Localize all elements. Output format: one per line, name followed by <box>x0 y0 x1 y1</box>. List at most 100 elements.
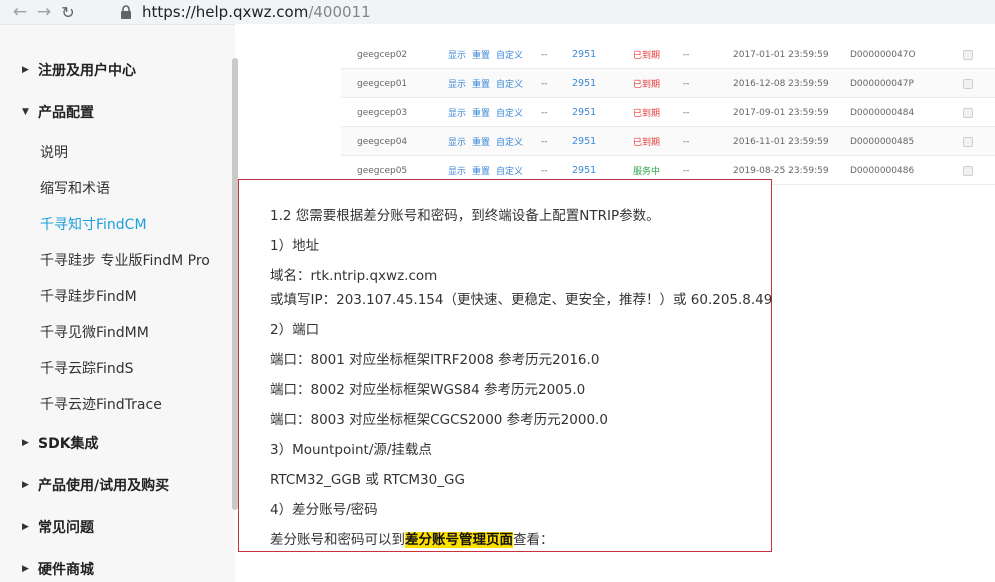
caret-down-icon: ▼ <box>22 107 29 117</box>
row-dash: -- <box>683 107 690 118</box>
row-dash: -- <box>541 136 548 147</box>
sidebar-item-findtrace[interactable]: 千寻云迹FindTrace <box>40 392 162 416</box>
row-checkbox[interactable] <box>963 166 973 176</box>
show-link[interactable]: 显示 <box>448 164 466 177</box>
sidebar-item-label: 千寻跬步 专业版FindM Pro <box>40 253 210 269</box>
section-heading: 1.2 您需要根据差分账号和密码，到终端设备上配置NTRIP参数。 <box>270 208 660 224</box>
ntrip-config-box: 1.2 您需要根据差分账号和密码，到终端设备上配置NTRIP参数。 1）地址 域… <box>238 179 772 552</box>
url-host: https://help.qxwz.com <box>142 3 309 21</box>
mountpoint-title: 3）Mountpoint/源/挂载点 <box>270 442 432 458</box>
row-number[interactable]: 2951 <box>572 127 596 156</box>
address-bar[interactable]: https://help.qxwz.com/400011 <box>108 0 995 24</box>
domain-line: 域名：rtk.ntrip.qxwz.com <box>270 268 438 284</box>
sidebar-item-label: 千寻跬步FindM <box>40 289 137 305</box>
custom-link[interactable]: 自定义 <box>496 48 523 61</box>
account-line-suffix: 查看： <box>513 532 554 548</box>
caret-right-icon: ▶ <box>22 480 29 490</box>
sidebar-item-purchase[interactable]: ▶ 产品使用/试用及购买 <box>22 473 169 497</box>
reset-link[interactable]: 重置 <box>472 77 490 90</box>
status-badge: 已到期 <box>633 109 661 119</box>
sidebar-item-sdk[interactable]: ▶ SDK集成 <box>22 431 99 455</box>
status-badge: 已到期 <box>633 138 661 148</box>
account-line: 差分账号和密码可以到差分账号管理页面查看： <box>270 528 554 548</box>
row-checkbox[interactable] <box>963 50 973 60</box>
sidebar-item-label: SDK集成 <box>38 436 99 452</box>
reset-link[interactable]: 重置 <box>472 106 490 119</box>
row-number[interactable]: 2951 <box>572 40 596 69</box>
sidebar-item-label: 硬件商城 <box>38 562 94 578</box>
show-link[interactable]: 显示 <box>448 106 466 119</box>
sidebar-item-label: 千寻见微FindMM <box>40 325 149 341</box>
sidebar-item-label: 注册及用户中心 <box>38 63 136 79</box>
row-actions: 显示 重置 自定义 <box>448 127 529 156</box>
sidebar-item-product-config[interactable]: ▼ 产品配置 <box>22 100 94 124</box>
row-checkbox[interactable] <box>963 79 973 89</box>
sidebar-item-finds[interactable]: 千寻云踪FindS <box>40 356 134 380</box>
row-name: geegcep03 <box>357 107 408 118</box>
sidebar-item-abbreviations[interactable]: 缩写和术语 <box>40 176 110 200</box>
row-code: D000000047P <box>850 78 914 89</box>
row-dash: -- <box>683 49 690 60</box>
ip-line: 或填写IP：203.107.45.154（更快速、更稳定、更安全，推荐！）或 6… <box>270 292 773 308</box>
sidebar-item-findcm[interactable]: 千寻知寸FindCM <box>40 212 147 236</box>
row-code: D0000000485 <box>850 136 915 147</box>
row-checkbox[interactable] <box>963 137 973 147</box>
port-line-8002: 端口：8002 对应坐标框架WGS84 参考历元2005.0 <box>270 382 586 398</box>
forward-arrow-icon[interactable]: → <box>32 0 56 24</box>
account-management-link[interactable]: 差分账号管理页面 <box>405 532 513 548</box>
row-date: 2016-12-08 23:59:59 <box>733 78 829 89</box>
account-title: 4）差分账号/密码 <box>270 502 378 518</box>
show-link[interactable]: 显示 <box>448 77 466 90</box>
back-arrow-icon[interactable]: ← <box>8 0 32 24</box>
reset-link[interactable]: 重置 <box>472 164 490 177</box>
caret-right-icon: ▶ <box>22 65 29 75</box>
row-code: D0000000486 <box>850 165 915 176</box>
row-number[interactable]: 2951 <box>572 69 596 98</box>
status-badge: 已到期 <box>633 80 661 90</box>
caret-right-icon: ▶ <box>22 522 29 532</box>
table-row: geegcep01 显示 重置 自定义 -- 2951 已到期 -- 2016-12… <box>341 69 995 98</box>
caret-right-icon: ▶ <box>22 438 29 448</box>
sidebar-item-label: 产品配置 <box>38 105 94 121</box>
row-actions: 显示 重置 自定义 <box>448 98 529 127</box>
sidebar-item-label: 千寻云踪FindS <box>40 361 134 377</box>
sidebar-item-findm[interactable]: 千寻跬步FindM <box>40 284 137 308</box>
account-table: geegcep02 显示 重置 自定义 -- 2951 已到期 -- 2017-01… <box>341 40 995 188</box>
table-row: geegcep02 显示 重置 自定义 -- 2951 已到期 -- 2017-01… <box>341 40 995 69</box>
sidebar-item-label: 千寻知寸FindCM <box>40 217 147 233</box>
row-name: geegcep02 <box>357 49 408 60</box>
caret-right-icon: ▶ <box>22 564 29 574</box>
reset-link[interactable]: 重置 <box>472 48 490 61</box>
sidebar: ▶ 注册及用户中心 ▼ 产品配置 说明 缩写和术语 千寻知寸FindCM 千寻跬步 … <box>0 24 235 582</box>
custom-link[interactable]: 自定义 <box>496 164 523 177</box>
show-link[interactable]: 显示 <box>448 48 466 61</box>
sidebar-item-findmm[interactable]: 千寻见微FindMM <box>40 320 149 344</box>
custom-link[interactable]: 自定义 <box>496 135 523 148</box>
row-code: D000000047O <box>850 49 916 60</box>
custom-link[interactable]: 自定义 <box>496 77 523 90</box>
sidebar-item-faq[interactable]: ▶ 常见问题 <box>22 515 94 539</box>
reset-link[interactable]: 重置 <box>472 135 490 148</box>
sidebar-item-hardware-store[interactable]: ▶ 硬件商城 <box>22 557 94 581</box>
sidebar-item-label: 千寻云迹FindTrace <box>40 397 162 413</box>
table-row: geegcep03 显示 重置 自定义 -- 2951 已到期 -- 2017-09… <box>341 98 995 127</box>
row-name: geegcep04 <box>357 136 408 147</box>
sidebar-item-label: 产品使用/试用及购买 <box>38 478 170 494</box>
sidebar-item-label: 说明 <box>40 145 68 161</box>
show-link[interactable]: 显示 <box>448 135 466 148</box>
port-line-8003: 端口：8003 对应坐标框架CGCS2000 参考历元2000.0 <box>270 412 608 428</box>
lock-icon <box>121 5 131 19</box>
mountpoint-line: RTCM32_GGB 或 RTCM30_GG <box>270 472 465 488</box>
custom-link[interactable]: 自定义 <box>496 106 523 119</box>
reload-icon[interactable]: ↻ <box>56 0 80 24</box>
sidebar-item-user-center[interactable]: ▶ 注册及用户中心 <box>22 58 136 82</box>
row-number[interactable]: 2951 <box>572 98 596 127</box>
row-dash: -- <box>541 49 548 60</box>
row-name: geegcep01 <box>357 78 408 89</box>
address-title: 1）地址 <box>270 238 320 254</box>
sidebar-item-description[interactable]: 说明 <box>40 140 68 164</box>
sidebar-item-findm-pro[interactable]: 千寻跬步 专业版FindM Pro <box>40 248 210 272</box>
row-checkbox[interactable] <box>963 108 973 118</box>
row-dash: -- <box>541 107 548 118</box>
row-dash: -- <box>683 78 690 89</box>
